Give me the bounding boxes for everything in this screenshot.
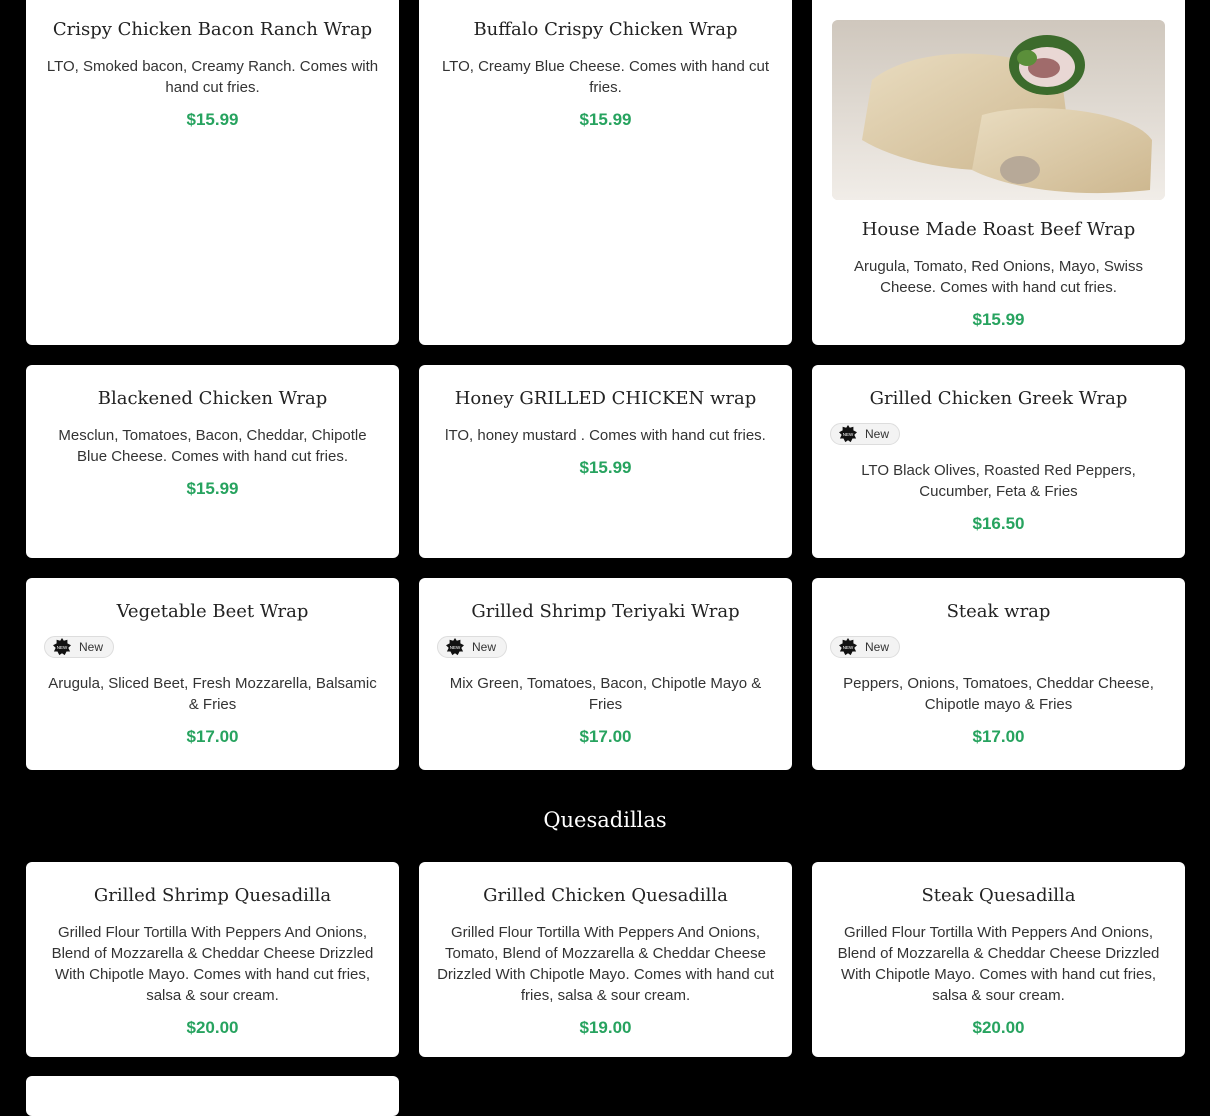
menu-item-card[interactable]: Steak wrap NEW New Peppers, Onions, Toma… xyxy=(812,578,1185,770)
new-starburst-icon: NEW xyxy=(839,638,857,656)
svg-text:NEW: NEW xyxy=(843,432,854,437)
badge-row: NEW New xyxy=(830,413,1167,448)
item-price: $17.00 xyxy=(186,727,239,746)
new-starburst-icon: NEW xyxy=(839,425,857,443)
item-price: $19.00 xyxy=(579,1018,632,1037)
item-title: Grilled Chicken Greek Wrap xyxy=(869,388,1128,409)
menu-item-card[interactable]: Grilled Shrimp Quesadilla Grilled Flour … xyxy=(26,862,399,1057)
item-title: Grilled Shrimp Quesadilla xyxy=(93,885,332,906)
item-price: $16.50 xyxy=(972,514,1025,533)
badge-label: New xyxy=(472,640,497,654)
badge-label: New xyxy=(865,427,890,441)
menu-item-card[interactable]: Grilled Chicken Greek Wrap NEW New LTO B… xyxy=(812,365,1185,558)
item-description: Grilled Flour Tortilla With Peppers And … xyxy=(437,924,774,1004)
item-description: Grilled Flour Tortilla With Peppers And … xyxy=(51,924,374,1004)
item-description: Mix Green, Tomatoes, Bacon, Chipotle May… xyxy=(449,675,762,713)
menu-item-card[interactable]: Steak Quesadilla Grilled Flour Tortilla … xyxy=(812,862,1185,1057)
item-price: $20.00 xyxy=(972,1018,1025,1037)
menu-item-card[interactable]: Crispy Chicken Bacon Ranch Wrap LTO, Smo… xyxy=(26,0,399,345)
item-price: $15.99 xyxy=(972,310,1025,329)
menu-item-card[interactable]: Honey GRILLED CHICKEN wrap lTO, honey mu… xyxy=(419,365,792,558)
badge-label: New xyxy=(865,640,890,654)
item-description: Arugula, Tomato, Red Onions, Mayo, Swiss… xyxy=(853,258,1144,296)
item-description: lTO, honey mustard . Comes with hand cut… xyxy=(445,427,766,444)
item-description: LTO Black Olives, Roasted Red Peppers, C… xyxy=(861,462,1136,500)
item-description: Grilled Flour Tortilla With Peppers And … xyxy=(837,924,1160,1004)
item-price: $17.00 xyxy=(579,727,632,746)
quesadillas-row-2 xyxy=(26,1076,1184,1116)
item-price: $15.99 xyxy=(579,110,632,129)
item-price: $15.99 xyxy=(186,110,239,129)
new-badge: NEW New xyxy=(830,636,901,658)
svg-text:NEW: NEW xyxy=(57,645,68,650)
item-title: Buffalo Crispy Chicken Wrap xyxy=(473,19,738,40)
wraps-row-3: Vegetable Beet Wrap NEW New Arugula, Sli… xyxy=(26,578,1185,770)
menu-item-card[interactable]: Grilled Shrimp Teriyaki Wrap NEW New Mix… xyxy=(419,578,792,770)
item-title: Grilled Shrimp Teriyaki Wrap xyxy=(471,601,740,622)
item-description: Mesclun, Tomatoes, Bacon, Cheddar, Chipo… xyxy=(58,427,367,465)
menu-item-card[interactable]: Vegetable Beet Wrap NEW New Arugula, Sli… xyxy=(26,578,399,770)
item-title: Honey GRILLED CHICKEN wrap xyxy=(454,388,757,409)
badge-label: New xyxy=(79,640,104,654)
item-description: LTO, Smoked bacon, Creamy Ranch. Comes w… xyxy=(46,58,379,96)
svg-text:NEW: NEW xyxy=(843,645,854,650)
item-price: $20.00 xyxy=(186,1018,239,1037)
quesadillas-row: Grilled Shrimp Quesadilla Grilled Flour … xyxy=(26,862,1185,1057)
menu-item-card-partial[interactable] xyxy=(26,1076,399,1116)
new-badge: NEW New xyxy=(830,423,901,445)
badge-row: NEW New xyxy=(830,626,1167,661)
item-title: Crispy Chicken Bacon Ranch Wrap xyxy=(52,19,373,40)
item-title: Blackened Chicken Wrap xyxy=(97,388,328,409)
item-description: Peppers, Onions, Tomatoes, Cheddar Chees… xyxy=(843,675,1154,713)
new-badge: NEW New xyxy=(437,636,508,658)
wraps-row-1: Crispy Chicken Bacon Ranch Wrap LTO, Smo… xyxy=(26,0,1185,345)
new-badge: NEW New xyxy=(44,636,115,658)
new-starburst-icon: NEW xyxy=(53,638,71,656)
item-price: $15.99 xyxy=(579,458,632,477)
item-title: Grilled Chicken Quesadilla xyxy=(483,885,728,906)
item-title: Vegetable Beet Wrap xyxy=(116,601,309,622)
svg-text:NEW: NEW xyxy=(450,645,461,650)
menu-item-card[interactable]: House Made Roast Beef Wrap Arugula, Toma… xyxy=(812,0,1185,345)
menu-item-card[interactable]: Grilled Chicken Quesadilla Grilled Flour… xyxy=(419,862,792,1057)
wraps-row-2: Blackened Chicken Wrap Mesclun, Tomatoes… xyxy=(26,365,1185,558)
new-starburst-icon: NEW xyxy=(446,638,464,656)
menu-item-card[interactable]: Buffalo Crispy Chicken Wrap LTO, Creamy … xyxy=(419,0,792,345)
item-description: Arugula, Sliced Beet, Fresh Mozzarella, … xyxy=(48,675,377,713)
item-title: Steak Quesadilla xyxy=(921,885,1076,906)
item-price: $15.99 xyxy=(186,479,239,498)
item-price: $17.00 xyxy=(972,727,1025,746)
roast-beef-wrap-photo[interactable] xyxy=(832,20,1165,200)
item-title: House Made Roast Beef Wrap xyxy=(861,219,1136,240)
menu-item-card[interactable]: Blackened Chicken Wrap Mesclun, Tomatoes… xyxy=(26,365,399,558)
section-title-quesadillas: Quesadillas xyxy=(543,808,667,832)
item-title: Steak wrap xyxy=(946,601,1051,622)
badge-row: NEW New xyxy=(44,626,381,661)
badge-row: NEW New xyxy=(437,626,774,661)
item-description: LTO, Creamy Blue Cheese. Comes with hand… xyxy=(441,58,770,96)
